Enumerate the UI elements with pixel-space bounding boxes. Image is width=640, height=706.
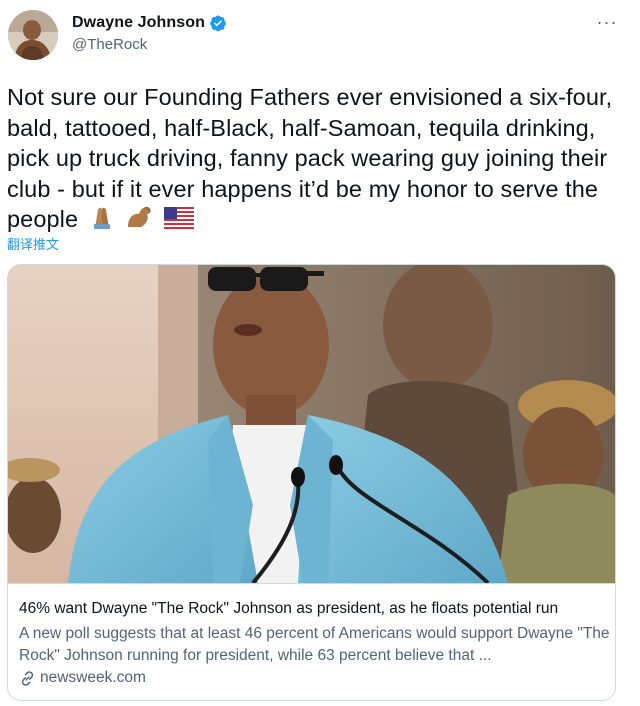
more-options-icon[interactable]: ··· <box>596 12 618 32</box>
flexed-biceps-icon <box>125 204 155 238</box>
card-title[interactable]: 46% want Dwayne "The Rock" Johnson as pr… <box>19 600 609 618</box>
display-name[interactable]: Dwayne Johnson <box>72 14 205 32</box>
card-image <box>8 265 615 583</box>
card-source[interactable]: newsweek.com <box>19 669 146 687</box>
tweet-text: Not sure our Founding Fathers ever envis… <box>7 82 627 238</box>
card-description[interactable]: A new poll suggests that at least 46 per… <box>19 623 614 667</box>
card-source-label: newsweek.com <box>40 669 146 686</box>
card-divider <box>8 583 615 584</box>
name-row: Dwayne Johnson <box>72 13 227 33</box>
tweet: Dwayne Johnson @TheRock ··· Not sure our… <box>0 0 640 706</box>
user-handle[interactable]: @TheRock <box>72 36 147 53</box>
verified-badge-icon <box>209 14 227 32</box>
link-card[interactable]: 46% want Dwayne "The Rock" Johnson as pr… <box>7 264 616 701</box>
us-flag-icon <box>164 206 195 237</box>
folded-hands-icon <box>87 204 117 238</box>
avatar[interactable] <box>8 10 58 60</box>
link-icon <box>21 670 34 686</box>
translate-tweet-link[interactable]: 翻译推文 <box>7 234 59 253</box>
